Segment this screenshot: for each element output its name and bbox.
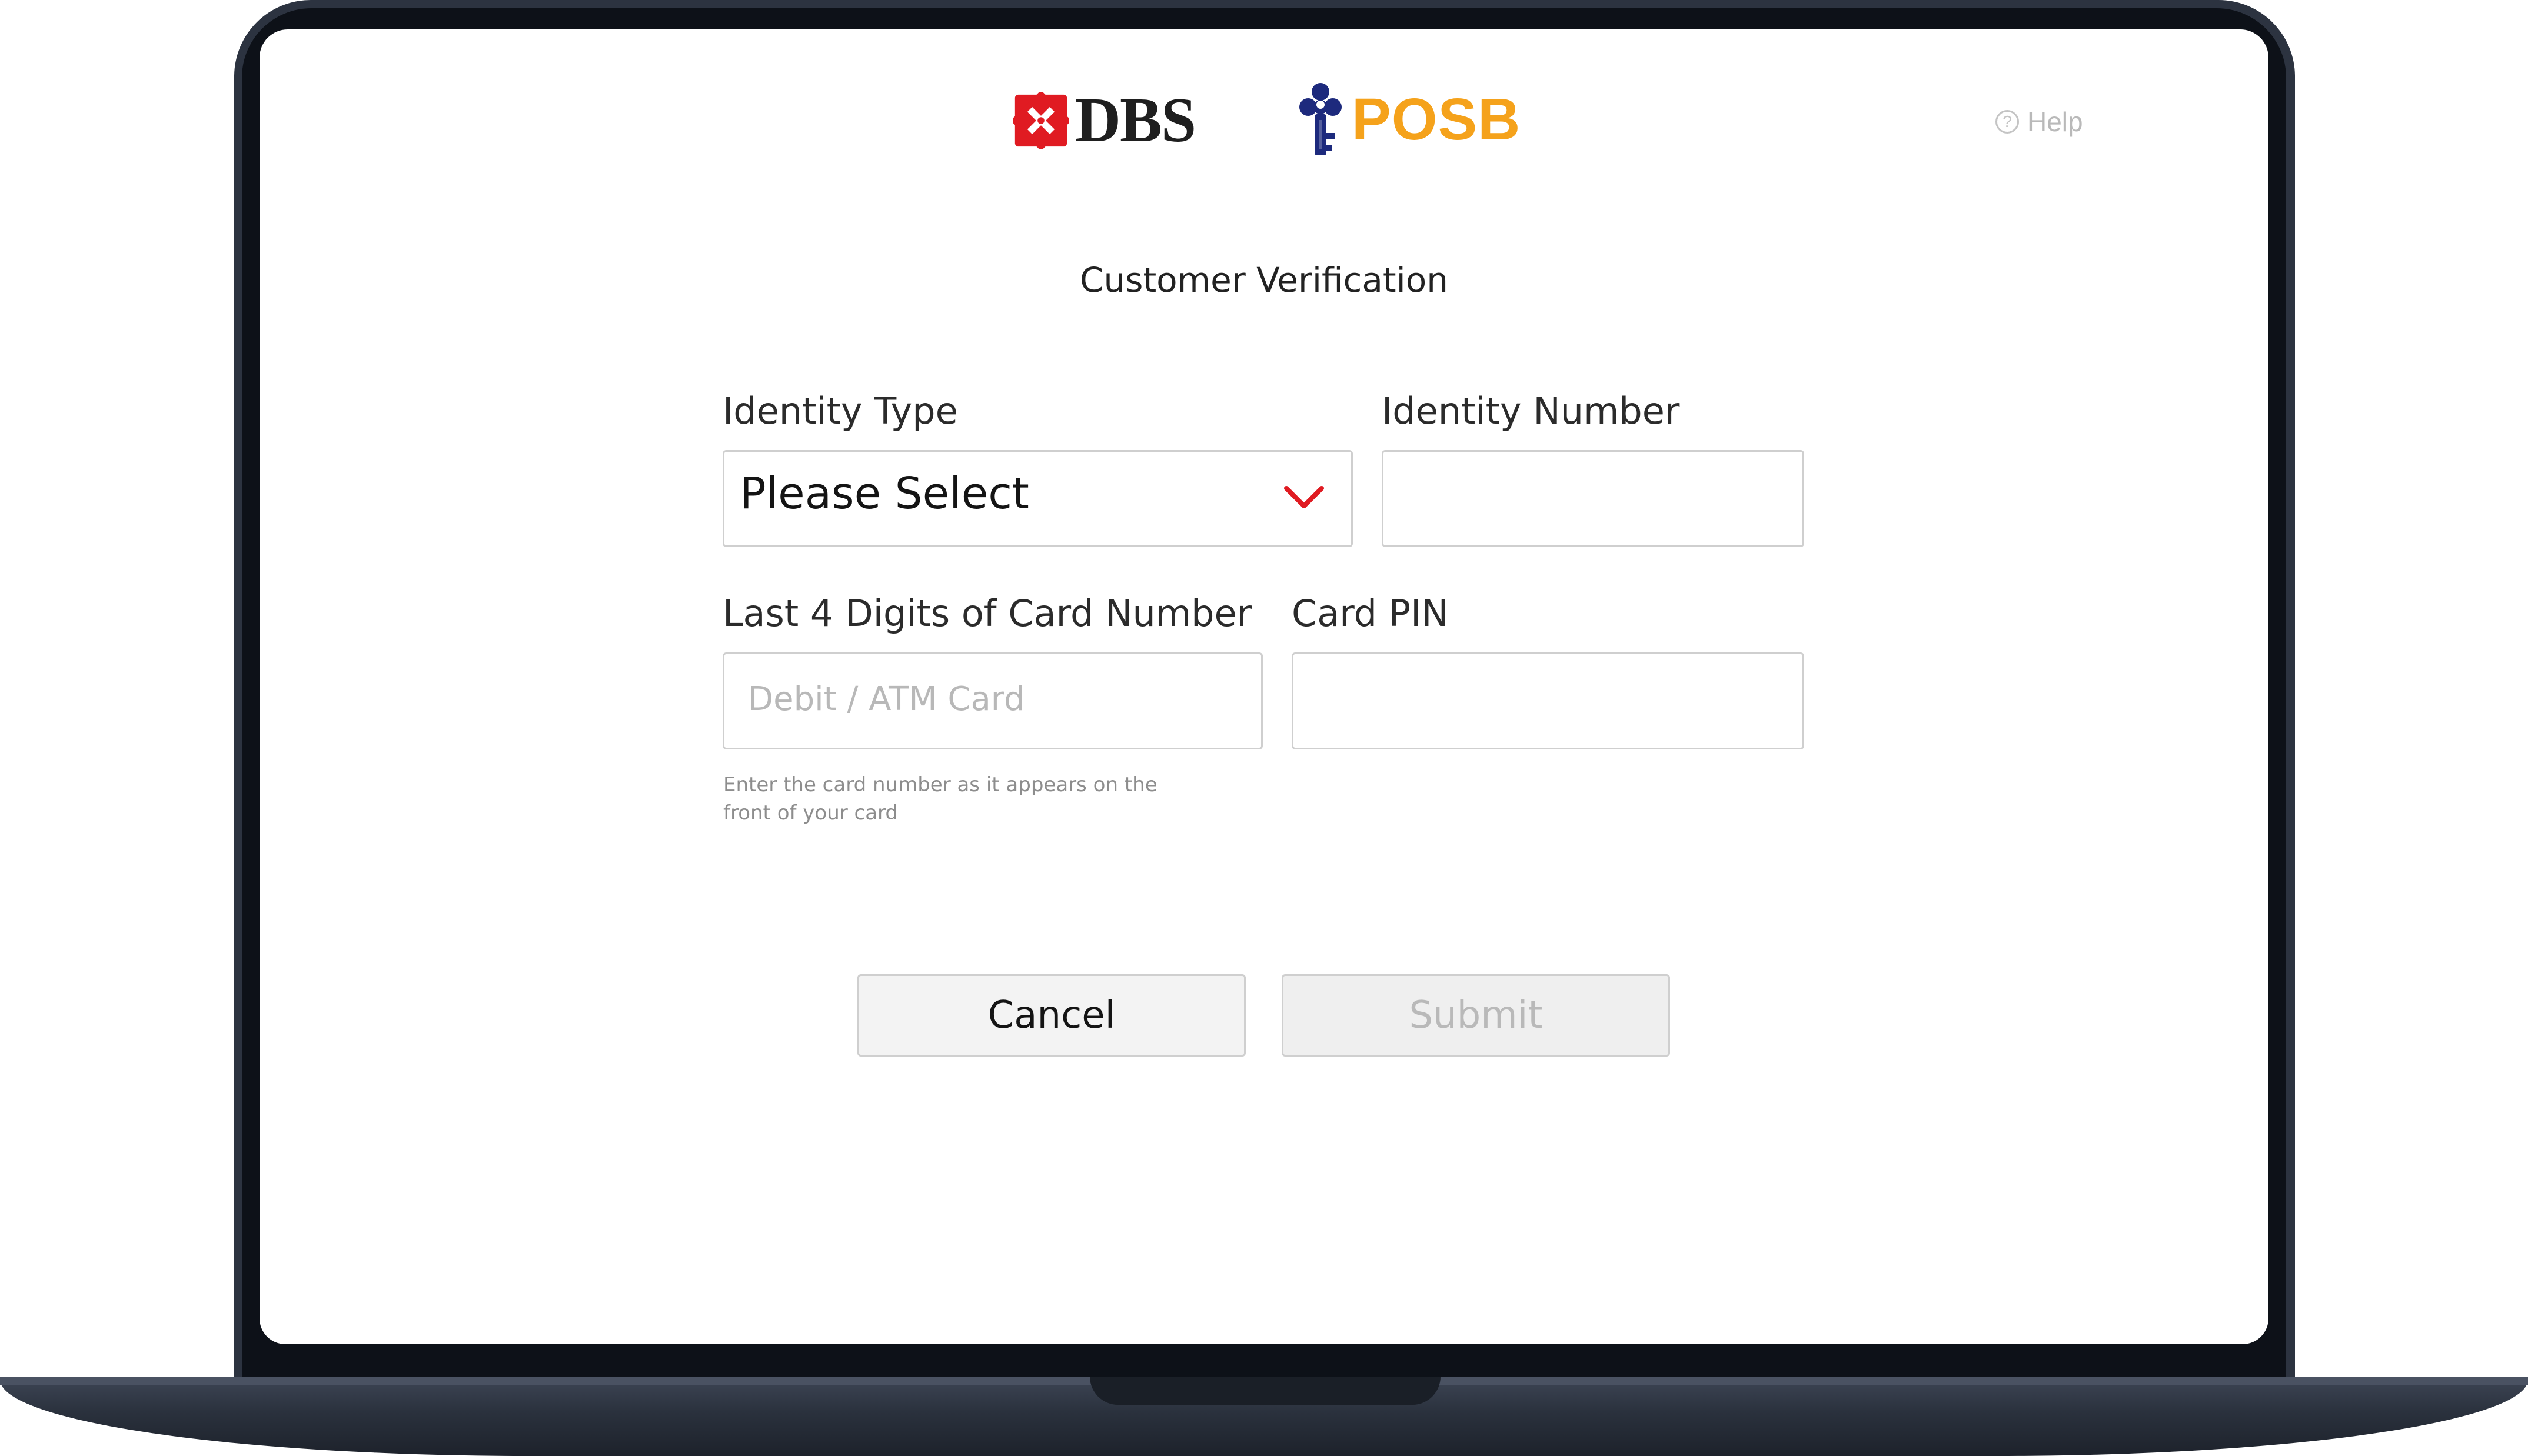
identity-number-input[interactable] [1382, 450, 1804, 547]
posb-wordmark: POSB [1352, 86, 1521, 152]
posb-key-icon [1299, 83, 1342, 155]
dbs-star-icon [1013, 92, 1069, 149]
page-title: Customer Verification [1079, 260, 1449, 300]
card-last4-placeholder: Debit / ATM Card [748, 680, 1025, 718]
posb-logo: POSB [1295, 81, 1521, 158]
identity-number-label: Identity Number [1382, 389, 1680, 432]
dbs-wordmark: DBS [1075, 85, 1196, 155]
help-circle-icon: ? [1995, 110, 2019, 134]
submit-button[interactable]: Submit [1282, 974, 1670, 1057]
laptop-mockup: DBS POSB ? Help Customer Verification Id… [0, 0, 2528, 1456]
identity-type-label: Identity Type [723, 389, 958, 432]
card-last4-label: Last 4 Digits of Card Number [723, 592, 1252, 635]
help-label: Help [2027, 106, 2083, 137]
identity-type-select[interactable]: Please Select [723, 450, 1353, 547]
card-last4-input[interactable]: Debit / ATM Card [723, 652, 1263, 749]
card-pin-label: Card PIN [1292, 592, 1449, 635]
help-link[interactable]: ? Help [1995, 106, 2083, 138]
card-number-hint: Enter the card number as it appears on t… [723, 773, 1157, 825]
dbs-logo: DBS [1013, 85, 1196, 155]
screen: DBS POSB ? Help Customer Verification Id… [260, 29, 2268, 1344]
chevron-down-icon [1284, 486, 1324, 508]
identity-type-value: Please Select [740, 468, 1029, 519]
card-pin-input[interactable] [1292, 652, 1804, 749]
submit-button-label: Submit [1409, 994, 1543, 1037]
cancel-button[interactable]: Cancel [857, 974, 1246, 1057]
cancel-button-label: Cancel [987, 994, 1116, 1037]
laptop-notch [1090, 1377, 1441, 1405]
